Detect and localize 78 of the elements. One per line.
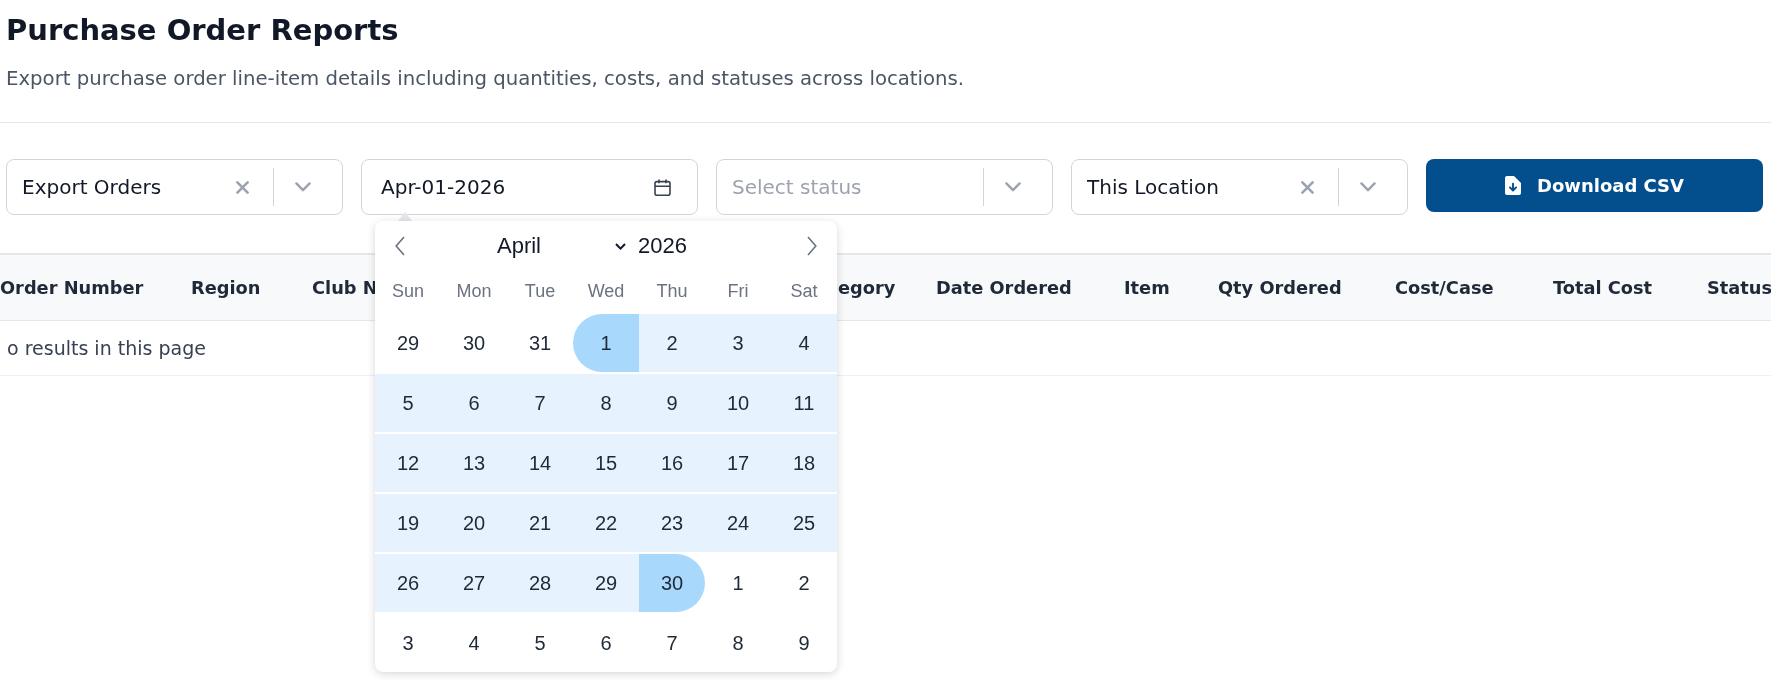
calendar-day[interactable]: 22 <box>573 494 639 552</box>
weekday-label: Fri <box>727 281 749 302</box>
calendar-day[interactable]: 29 <box>375 314 441 372</box>
calendar-day[interactable]: 1 <box>705 554 771 612</box>
clear-icon[interactable] <box>1301 180 1314 194</box>
calendar-day[interactable]: 24 <box>705 494 771 552</box>
empty-table-message: o results in this page <box>7 337 206 359</box>
calendar-day[interactable]: 31 <box>507 314 573 372</box>
download-csv-button[interactable]: Download CSV <box>1426 159 1763 212</box>
calendar-day[interactable]: 17 <box>705 434 771 492</box>
dropdown-select[interactable]: This Location <box>1071 159 1408 215</box>
calendar-day[interactable]: 27 <box>441 554 507 612</box>
calendar-day[interactable]: 12 <box>375 434 441 492</box>
calendar-day[interactable]: 25 <box>771 494 837 552</box>
weekday-label: Sun <box>392 281 424 302</box>
dropdown-select[interactable]: Export Orders <box>6 159 343 215</box>
column-header: Status <box>1707 277 1771 298</box>
page-subtitle: Export purchase order line-item details including quantities, costs, and statuses across locations. <box>6 66 965 92</box>
column-header: Cost/Case <box>1395 277 1494 298</box>
calendar-day[interactable]: 21 <box>507 494 573 552</box>
calendar-day[interactable]: 18 <box>771 434 837 492</box>
calendar-day[interactable]: 14 <box>507 434 573 492</box>
column-header: Total Cost <box>1553 277 1653 298</box>
weekday-label: Mon <box>456 281 492 302</box>
weekday-label: Wed <box>587 281 625 302</box>
calendar-day[interactable]: 28 <box>507 554 573 612</box>
calendar-day[interactable]: 2 <box>639 314 705 372</box>
calendar-day[interactable]: 20 <box>441 494 507 552</box>
calendar-day[interactable]: 6 <box>573 614 639 672</box>
calendar-day[interactable]: 8 <box>573 374 639 432</box>
calendar-day[interactable]: 10 <box>705 374 771 432</box>
calendar-day[interactable]: 29 <box>573 554 639 612</box>
calendar-day[interactable]: 2 <box>771 554 837 612</box>
calendar-day[interactable]: 3 <box>705 314 771 372</box>
calendar-day[interactable]: 3 <box>375 614 441 672</box>
chevron-down-icon <box>615 242 626 250</box>
column-header: Qty Ordered <box>1218 277 1342 298</box>
triangle-pointer-icon <box>398 212 412 221</box>
chevron-down-icon[interactable] <box>1005 182 1021 192</box>
chevron-left-icon[interactable] <box>395 236 405 256</box>
chevron-down-icon[interactable] <box>1360 182 1376 192</box>
calendar-day[interactable]: 1 <box>573 314 639 372</box>
calendar-day[interactable]: 23 <box>639 494 705 552</box>
column-header: Order Number <box>0 277 144 298</box>
weekday-label: Thu <box>656 281 688 302</box>
calendar-day[interactable]: 7 <box>639 614 705 672</box>
column-header: Item <box>1124 277 1170 298</box>
calendar-day[interactable]: 16 <box>639 434 705 492</box>
column-header: egory <box>838 277 896 298</box>
calendar-day[interactable]: 19 <box>375 494 441 552</box>
calendar-day[interactable]: 26 <box>375 554 441 612</box>
page-title: Purchase Order Reports <box>6 12 399 49</box>
column-header: Date Ordered <box>936 277 1072 298</box>
calendar-day[interactable]: 11 <box>771 374 837 432</box>
calendar-day[interactable]: 15 <box>573 434 639 492</box>
calendar-day[interactable]: 30 <box>639 554 705 612</box>
weekday-label: Sat <box>790 281 818 302</box>
document-download-icon <box>1505 176 1521 195</box>
calendar-day[interactable]: 30 <box>441 314 507 372</box>
calendar-day[interactable]: 9 <box>639 374 705 432</box>
calendar-day[interactable]: 5 <box>507 614 573 672</box>
weekday-label: Tue <box>524 281 556 302</box>
calendar-day[interactable]: 7 <box>507 374 573 432</box>
calendar-day[interactable]: 5 <box>375 374 441 432</box>
chevron-right-icon[interactable] <box>807 236 817 256</box>
date-input[interactable]: Apr-01-2026 <box>361 159 698 215</box>
month-select[interactable]: April <box>485 233 626 259</box>
calendar-day[interactable]: 13 <box>441 434 507 492</box>
clear-icon[interactable] <box>236 180 249 194</box>
calendar-day[interactable]: 9 <box>771 614 837 672</box>
calendar-day[interactable]: 8 <box>705 614 771 672</box>
calendar-icon[interactable] <box>654 178 671 196</box>
calendar-day[interactable]: 4 <box>771 314 837 372</box>
chevron-down-icon[interactable] <box>295 182 311 192</box>
column-header: Region <box>191 277 261 298</box>
year-label: 2026 <box>638 233 687 259</box>
calendar-day[interactable]: 6 <box>441 374 507 432</box>
calendar-day[interactable]: 4 <box>441 614 507 672</box>
